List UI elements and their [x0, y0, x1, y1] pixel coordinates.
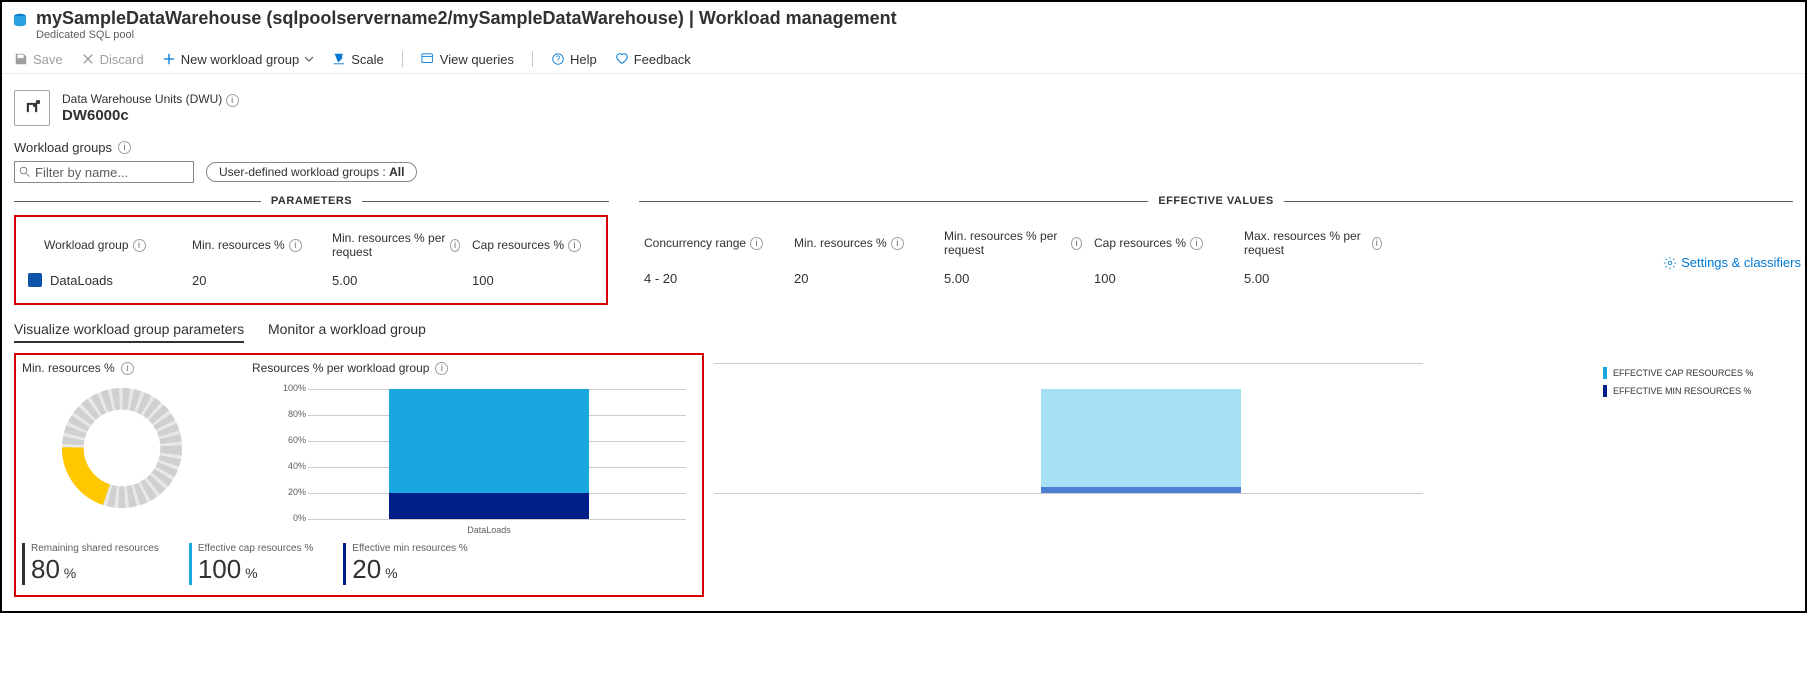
scale-icon [332, 52, 346, 66]
info-icon[interactable]: i [750, 237, 763, 250]
page-title: mySampleDataWarehouse (sqlpoolservername… [36, 8, 897, 29]
min-resources-title: Min. resources % i [22, 361, 222, 375]
section-effective: EFFECTIVE VALUES [639, 195, 1793, 207]
sql-pool-icon [12, 12, 28, 28]
legend-swatch-min [1603, 385, 1607, 397]
bar-chart-overview [714, 353, 1603, 503]
chevron-down-icon [304, 54, 314, 64]
toolbar: Save Discard New workload group Scale Vi… [2, 45, 1805, 74]
tab-visualize[interactable]: Visualize workload group parameters [14, 317, 244, 343]
visualize-highlight: Min. resources % i Resources % per workl… [14, 353, 704, 597]
table-row[interactable]: DataLoads 20 5.00 100 [16, 265, 606, 295]
feedback-button[interactable]: Feedback [615, 52, 691, 67]
discard-icon [81, 52, 95, 66]
svg-text:?: ? [556, 55, 561, 64]
metric-remaining: Remaining shared resources 80 % [22, 543, 159, 585]
search-icon [19, 166, 31, 178]
queries-icon [421, 52, 435, 66]
settings-classifiers-link[interactable]: Settings & classifiers [1663, 255, 1801, 270]
info-icon[interactable]: i [226, 94, 239, 107]
tab-monitor[interactable]: Monitor a workload group [268, 317, 426, 341]
workload-groups-header: Workload groups i [2, 130, 1805, 161]
bar-chart-selected: 100% 80% 60% 40% 20% 0% DataLoads [282, 379, 696, 529]
filter-pill[interactable]: User-defined workload groups : All [206, 162, 417, 182]
dwu-label: Data Warehouse Units (DWU) i [62, 92, 239, 107]
tabs: Visualize workload group parameters Moni… [2, 305, 1805, 343]
separator [532, 51, 533, 67]
info-icon[interactable]: i [289, 239, 302, 252]
legend-swatch-cap [1603, 367, 1607, 379]
page-subtitle: Dedicated SQL pool [36, 29, 897, 41]
filter-input[interactable]: Filter by name... [14, 161, 194, 183]
new-workload-group-button[interactable]: New workload group [162, 52, 315, 67]
info-icon[interactable]: i [1372, 237, 1382, 250]
gear-icon [1663, 256, 1677, 270]
discard-button[interactable]: Discard [81, 52, 144, 67]
info-icon[interactable]: i [121, 362, 134, 375]
table-row: 4 - 20 20 5.00 100 5.00 [638, 263, 1793, 293]
metric-eff-cap: Effective cap resources % 100 % [189, 543, 313, 585]
dwu-value: DW6000c [62, 107, 239, 124]
workload-group-icon [28, 273, 42, 287]
dwu-row: Data Warehouse Units (DWU) i DW6000c [2, 74, 1805, 130]
info-icon[interactable]: i [1190, 237, 1203, 250]
plus-icon [162, 52, 176, 66]
effective-values-block: Concurrency range i Min. resources % i M… [638, 215, 1793, 305]
heart-icon [615, 52, 629, 66]
info-icon[interactable]: i [1071, 237, 1082, 250]
info-icon[interactable]: i [435, 362, 448, 375]
scale-button[interactable]: Scale [332, 52, 384, 67]
view-queries-button[interactable]: View queries [421, 52, 514, 67]
resources-per-group-title: Resources % per workload group i [252, 361, 696, 375]
help-icon: ? [551, 52, 565, 66]
separator [402, 51, 403, 67]
page-header: mySampleDataWarehouse (sqlpoolservername… [2, 2, 1805, 45]
info-icon[interactable]: i [118, 141, 131, 154]
info-icon[interactable]: i [133, 239, 146, 252]
info-icon[interactable]: i [568, 239, 581, 252]
legend: EFFECTIVE CAP RESOURCES % EFFECTIVE MIN … [1603, 353, 1793, 597]
save-icon [14, 52, 28, 66]
table-header-row: Concurrency range i Min. resources % i M… [638, 223, 1793, 263]
parameters-highlight: Workload group i Min. resources % i Min.… [14, 215, 608, 305]
save-button[interactable]: Save [14, 52, 63, 67]
info-icon[interactable]: i [891, 237, 904, 250]
info-icon[interactable]: i [450, 239, 460, 252]
table-header-row: Workload group i Min. resources % i Min.… [16, 225, 606, 265]
donut-chart [57, 383, 187, 513]
section-parameters: PARAMETERS [14, 195, 609, 207]
metric-eff-min: Effective min resources % 20 % [343, 543, 467, 585]
help-button[interactable]: ? Help [551, 52, 597, 67]
dwu-icon [14, 90, 50, 126]
